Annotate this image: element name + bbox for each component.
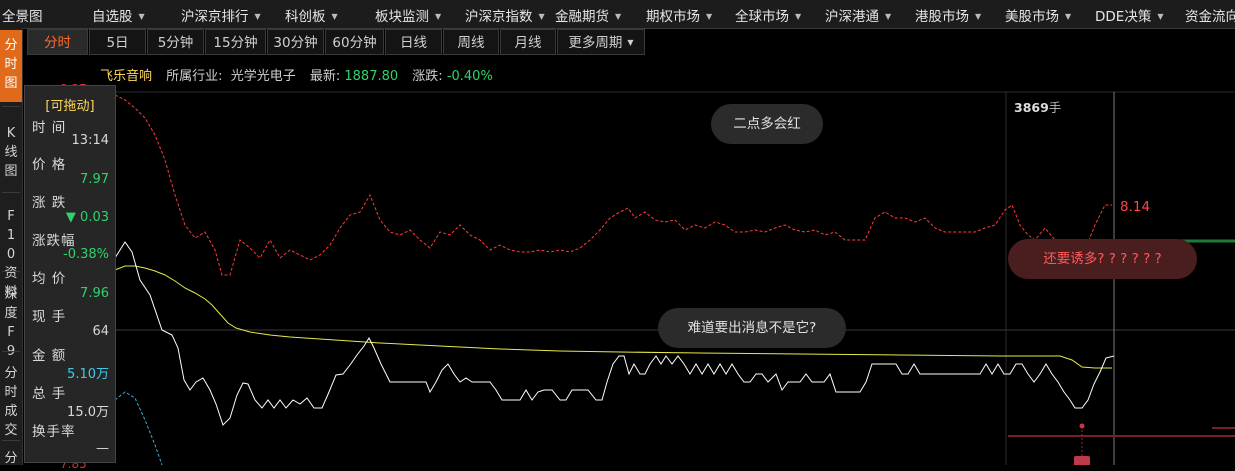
tooltip-value: 7.96 <box>80 286 109 301</box>
marker-dot <box>1079 423 1085 429</box>
tooltip-label: 现 手 <box>32 309 67 325</box>
tooltip-label: 价 格 <box>32 157 67 173</box>
volume-value: 3869 <box>1014 100 1049 115</box>
tooltip-label: 均 价 <box>32 271 67 287</box>
comment-bubble-mid[interactable]: 难道要出消息不是它? <box>658 308 846 348</box>
comment-bubble-red[interactable]: 还要诱多? ? ? ? ? ? <box>1008 239 1197 279</box>
tooltip-value: ▼ 0.03 <box>65 210 109 225</box>
volume-unit: 手 <box>1048 100 1062 115</box>
data-tooltip-panel[interactable]: [可拖动] 时 间 13:14 价 格 7.97 涨 跌 ▼ 0.03 涨跌幅 -0.38% 均… <box>24 85 116 463</box>
last-price-label: 8.14 <box>1120 199 1151 215</box>
tooltip-label: 涨跌幅 <box>32 233 76 249</box>
cyan-dashed-series <box>114 391 163 465</box>
volume-label: 3869手 <box>1014 97 1061 116</box>
tooltip-drag-handle[interactable]: [可拖动] <box>25 95 115 114</box>
price-line <box>114 241 1115 426</box>
tooltip-label: 总 手 <box>32 386 67 402</box>
tooltip-value: 5.10万 <box>67 367 109 382</box>
tooltip-label: 时 间 <box>32 120 67 136</box>
tooltip-label: 金 额 <box>32 348 67 364</box>
event-marker <box>1074 456 1090 465</box>
tooltip-value: 7.97 <box>80 172 109 187</box>
intraday-chart[interactable] <box>0 0 1235 465</box>
tooltip-value: — <box>96 441 109 456</box>
tooltip-value: 13:14 <box>71 133 109 148</box>
comment-bubble-top[interactable]: 二点多会红 <box>711 104 823 144</box>
average-price-line <box>114 265 1112 369</box>
red-dashed-series <box>114 94 1112 276</box>
tooltip-value: 15.0万 <box>67 405 109 420</box>
tooltip-value: 64 <box>92 324 109 339</box>
tooltip-label: 换手率 <box>32 424 76 440</box>
tooltip-label: 涨 跌 <box>32 195 67 211</box>
tooltip-value: -0.38% <box>63 247 109 262</box>
